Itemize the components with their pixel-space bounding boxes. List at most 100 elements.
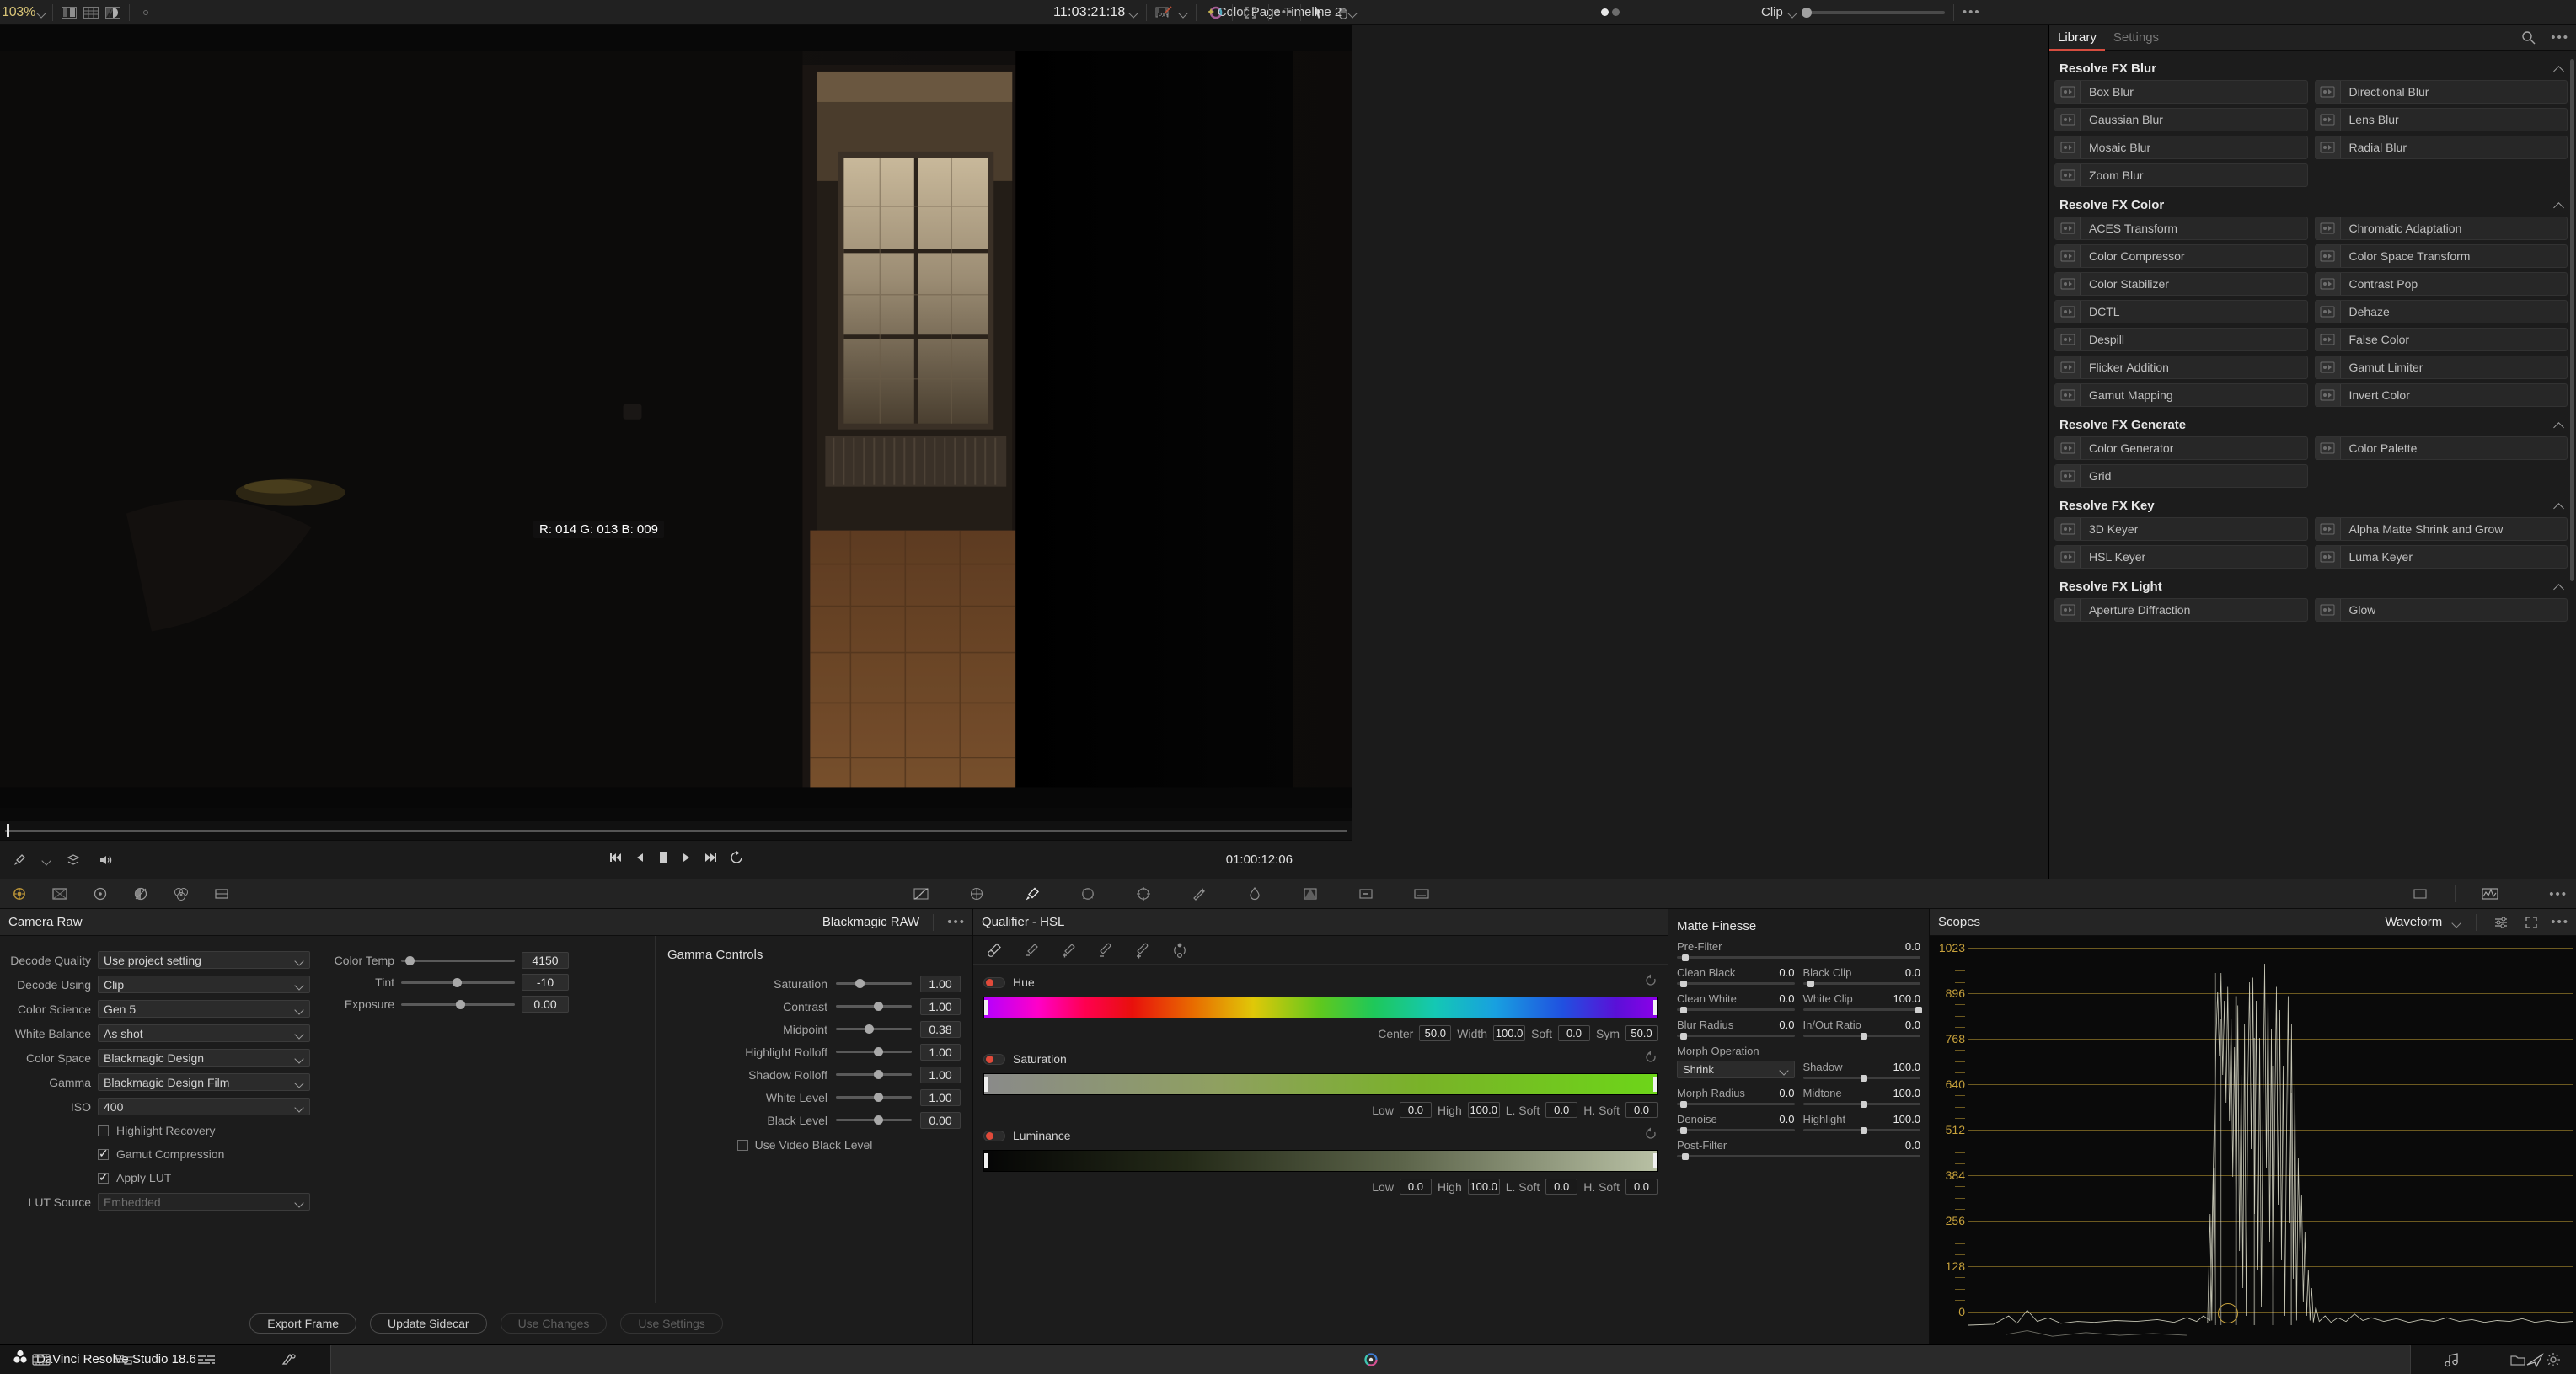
slider-value[interactable]: 0.0 xyxy=(1779,1018,1794,1031)
options-icon[interactable]: ••• xyxy=(2551,915,2569,929)
slider-track[interactable] xyxy=(1677,1152,1920,1160)
range-handle-high[interactable] xyxy=(1653,1000,1657,1015)
image-wipe-toggle-on[interactable] xyxy=(1601,8,1609,16)
color-warper-palette-icon[interactable] xyxy=(966,885,988,902)
tab-settings[interactable]: Settings xyxy=(2105,25,2167,51)
slider-track[interactable] xyxy=(1802,1100,1920,1108)
stop-icon[interactable] xyxy=(657,851,669,869)
range-handle-high[interactable] xyxy=(1653,1077,1657,1092)
slider-value[interactable]: 0.0 xyxy=(1905,966,1920,979)
page-media[interactable] xyxy=(0,1345,83,1374)
hand-icon[interactable] xyxy=(1331,4,1353,21)
slider-knob[interactable] xyxy=(452,977,462,987)
image-wipe-icon[interactable] xyxy=(102,4,124,21)
slider-value[interactable]: 0.00 xyxy=(522,996,569,1013)
sizing-palette-icon[interactable] xyxy=(1355,885,1377,902)
fx-item[interactable]: Contrast Pop xyxy=(2314,272,2568,296)
slider-track[interactable] xyxy=(401,955,515,965)
color-wheel-icon[interactable] xyxy=(1203,4,1225,21)
picker-plus-icon[interactable] xyxy=(1058,942,1079,959)
chevron-down-icon[interactable] xyxy=(1786,7,1798,19)
zoom-level[interactable]: 103% xyxy=(0,5,35,20)
slider-track[interactable] xyxy=(1677,1006,1795,1013)
clip-info-icon[interactable] xyxy=(2409,885,2431,902)
scopes-icon[interactable] xyxy=(2479,885,2501,902)
color-wheels-palette-icon[interactable] xyxy=(89,885,111,902)
node-graph[interactable]: 01 xyxy=(1352,25,2049,879)
range-handle-low[interactable] xyxy=(984,1153,988,1168)
picker-minus-icon[interactable] xyxy=(1020,942,1042,959)
param-value[interactable]: 0.0 xyxy=(1545,1179,1578,1195)
field-select[interactable]: 400 xyxy=(98,1098,310,1115)
slider-track[interactable] xyxy=(1802,980,1920,987)
fx-item[interactable]: Luma Keyer xyxy=(2314,545,2568,569)
fx-group-header[interactable]: Resolve FX Light xyxy=(2054,577,2568,598)
slider-track[interactable] xyxy=(836,1024,912,1034)
options-icon[interactable]: ••• xyxy=(1276,5,1294,19)
power-windows-palette-icon[interactable] xyxy=(1077,885,1099,902)
slider-value[interactable]: 100.0 xyxy=(1893,1113,1920,1125)
fx-item[interactable]: Color Palette xyxy=(2314,436,2568,460)
slider-track[interactable] xyxy=(401,977,515,987)
param-value[interactable]: 0.0 xyxy=(1545,1102,1578,1118)
chevron-up-icon[interactable] xyxy=(2554,64,2564,74)
reset-icon[interactable] xyxy=(1644,1127,1658,1145)
param-value[interactable]: 0.0 xyxy=(1625,1179,1658,1195)
camera-raw-checkbox-row[interactable]: Apply LUT xyxy=(0,1166,310,1190)
slider-knob[interactable] xyxy=(874,1002,883,1011)
slider-value[interactable]: -10 xyxy=(522,974,569,991)
slider-value[interactable]: 4150 xyxy=(522,952,569,969)
qualifier-gradient-bar[interactable] xyxy=(983,997,1658,1018)
playhead[interactable] xyxy=(7,824,9,837)
fx-item[interactable]: Gaussian Blur xyxy=(2054,108,2308,131)
play-icon[interactable] xyxy=(681,852,691,868)
param-value[interactable]: 50.0 xyxy=(1419,1025,1452,1041)
qualifier-palette-icon[interactable] xyxy=(1021,885,1043,902)
slider-value[interactable]: 0.38 xyxy=(920,1020,961,1038)
step-back-icon[interactable] xyxy=(635,852,645,868)
fx-item[interactable]: Radial Blur xyxy=(2314,136,2568,159)
slider-knob[interactable] xyxy=(1680,1100,1688,1108)
slider-track[interactable] xyxy=(836,979,912,988)
blur-palette-icon[interactable] xyxy=(1244,885,1266,902)
slider-knob[interactable] xyxy=(1680,980,1688,987)
checkbox[interactable] xyxy=(98,1147,109,1161)
morph-operation-select[interactable]: Shrink xyxy=(1677,1061,1795,1078)
slider-knob[interactable] xyxy=(1680,1126,1688,1134)
slider-track[interactable] xyxy=(836,1047,912,1056)
param-value[interactable]: 0.0 xyxy=(1399,1179,1432,1195)
param-value[interactable]: 0.0 xyxy=(1625,1102,1658,1118)
slider-track[interactable] xyxy=(1677,954,1920,961)
fullscreen-icon[interactable] xyxy=(1240,4,1261,21)
fx-group-header[interactable]: Resolve FX Key xyxy=(2054,496,2568,517)
slider-knob[interactable] xyxy=(1681,1152,1689,1160)
slider-track[interactable] xyxy=(401,999,515,1009)
fx-group-header[interactable]: Resolve FX Color xyxy=(2054,195,2568,217)
page-fusion[interactable] xyxy=(248,1345,330,1374)
slider-knob[interactable] xyxy=(874,1093,883,1102)
slider-knob[interactable] xyxy=(865,1024,875,1034)
param-value[interactable]: 100.0 xyxy=(1467,1102,1500,1118)
slider-knob[interactable] xyxy=(874,1115,883,1125)
slider-track[interactable] xyxy=(836,1070,912,1079)
qualifier-gradient-bar[interactable] xyxy=(983,1073,1658,1095)
grid-view-icon[interactable] xyxy=(80,4,102,21)
slider-knob[interactable] xyxy=(1680,1006,1688,1013)
tab-library[interactable]: Library xyxy=(2049,25,2105,51)
fx-item[interactable]: Mosaic Blur xyxy=(2054,136,2308,159)
update-sidecar-button[interactable]: Update Sidecar xyxy=(370,1313,487,1334)
slider-value[interactable]: 100.0 xyxy=(1893,1061,1920,1073)
brush-plus-icon[interactable] xyxy=(1132,942,1154,959)
image-wipe-toggle-off[interactable] xyxy=(1612,8,1620,16)
fx-item[interactable]: Dehaze xyxy=(2314,300,2568,323)
options-icon[interactable]: ••• xyxy=(947,915,966,929)
slider-value[interactable]: 1.00 xyxy=(920,1088,961,1106)
fx-item[interactable]: Gamut Mapping xyxy=(2054,383,2308,407)
param-value[interactable]: 50.0 xyxy=(1625,1025,1658,1041)
param-value[interactable]: 0.0 xyxy=(1399,1102,1432,1118)
camera-raw-checkbox-row[interactable]: Highlight Recovery xyxy=(0,1119,310,1142)
slider-track[interactable] xyxy=(1802,1032,1920,1040)
fx-item[interactable]: Directional Blur xyxy=(2314,80,2568,104)
options-icon[interactable]: ••• xyxy=(2549,887,2568,901)
viewer-opacity-slider[interactable] xyxy=(1801,7,1945,18)
